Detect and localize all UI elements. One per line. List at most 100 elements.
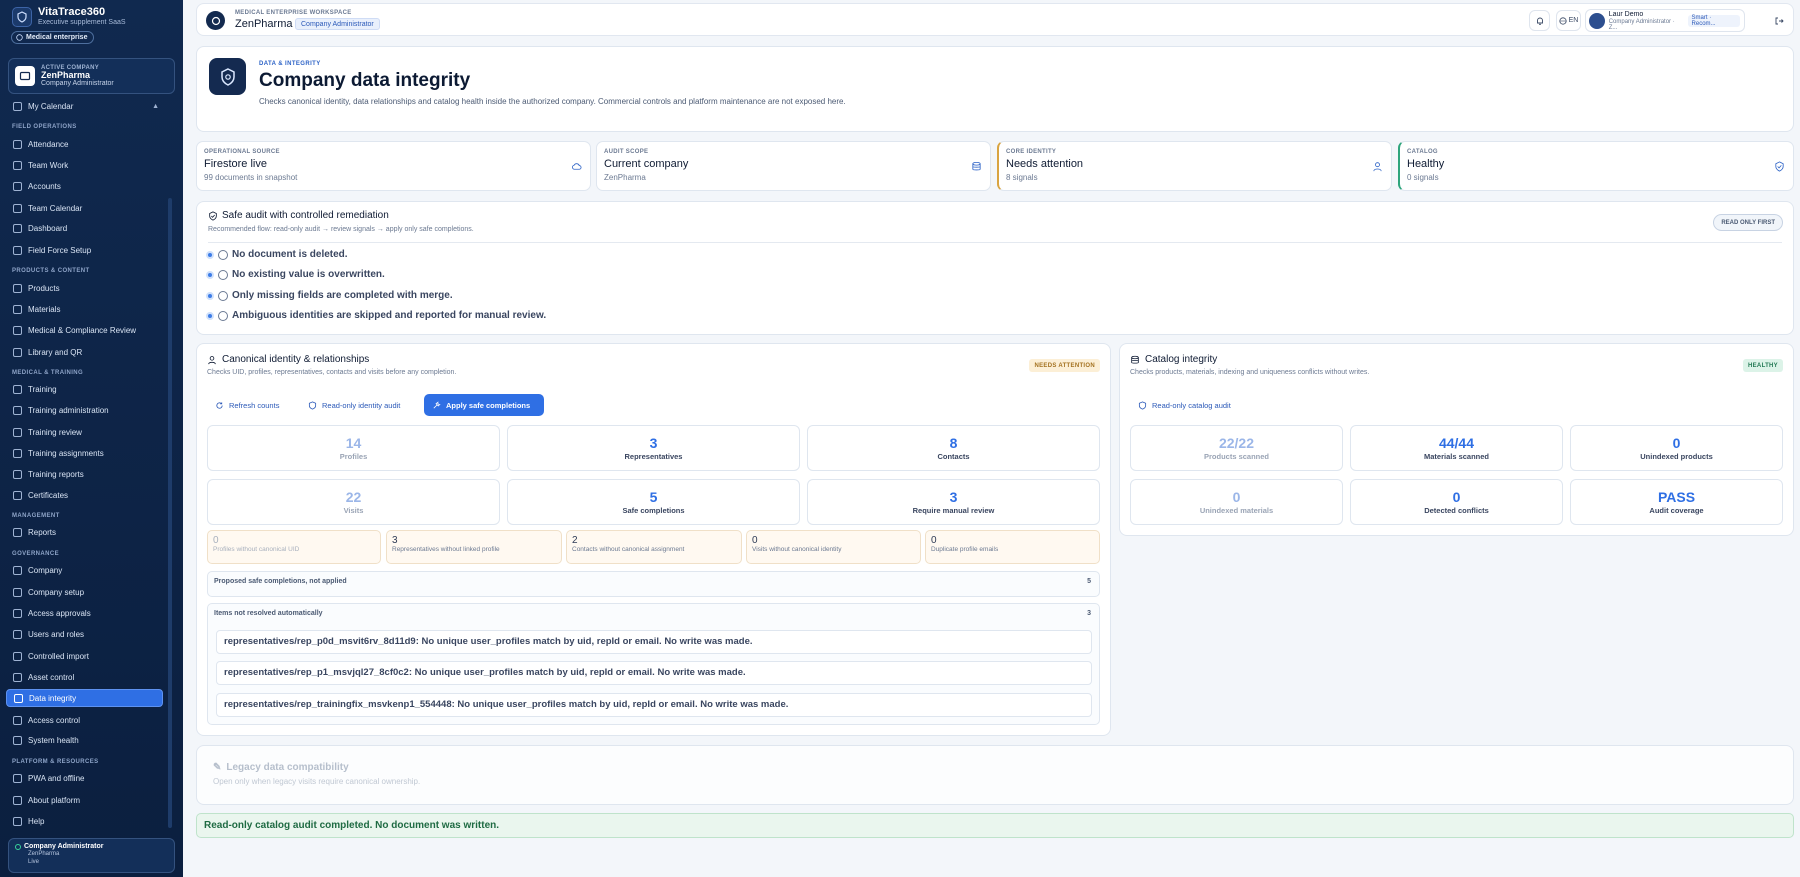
sidebar-item-training-assignments[interactable]: Training assignments — [6, 444, 163, 462]
sidebar-item-field-force-setup[interactable]: Field Force Setup — [6, 241, 163, 259]
unresolved-items-accordion[interactable]: Items not resolved automatically 3 repre… — [207, 603, 1100, 725]
mode-selector[interactable]: Smart · Recom... — [1687, 14, 1740, 27]
button-label: Read-only identity audit — [322, 400, 401, 410]
needs-attention-tag: NEEDS ATTENTION — [1029, 359, 1100, 372]
sidebar-item-asset-control[interactable]: Asset control — [6, 668, 163, 686]
apply-safe-completions-button[interactable]: Apply safe completions — [424, 394, 544, 416]
wrench-icon — [13, 672, 22, 682]
sidebar-item-reports[interactable]: Reports — [6, 523, 163, 541]
language-button[interactable]: EN — [1556, 10, 1581, 31]
sidebar-item-users-roles[interactable]: Users and roles — [6, 625, 163, 643]
sidebar-item-attendance[interactable]: Attendance — [6, 135, 163, 153]
rule-item: Ambiguous identities are skipped and rep… — [206, 310, 546, 321]
sidebar-item-help[interactable]: Help — [6, 812, 163, 830]
proposed-completions-accordion[interactable]: Proposed safe completions, not applied 5 — [207, 571, 1100, 597]
graduation-cap-icon — [13, 384, 22, 394]
signal-value: 2 — [572, 535, 578, 546]
sidebar-item-access-control[interactable]: Access control — [6, 711, 163, 729]
wrench-icon: ✎ — [213, 762, 222, 773]
bullet-dot — [206, 270, 214, 279]
pill-label: Medical enterprise — [26, 34, 88, 41]
sidebar-scrollbar[interactable] — [168, 198, 172, 828]
cloud-icon — [572, 163, 582, 170]
sidebar-item-label: Controlled import — [28, 651, 89, 661]
metric-value: 8 — [949, 435, 958, 451]
active-company-card[interactable]: ACTIVE COMPANY ZenPharma Company Adminis… — [8, 58, 175, 94]
sidebar-item-controlled-import[interactable]: Controlled import — [6, 647, 163, 665]
activity-icon — [13, 223, 22, 233]
graduation-cap-icon — [13, 405, 22, 415]
wrench-icon — [433, 400, 441, 408]
sidebar-item-my-calendar[interactable]: My Calendar ▲ — [6, 97, 163, 115]
rule-item: No existing value is overwritten. — [206, 269, 385, 280]
sidebar-item-label: Reports — [28, 527, 57, 537]
metric-audit-coverage: PASS Audit coverage — [1570, 479, 1783, 525]
signal-label: Contacts without canonical assignment — [572, 546, 685, 553]
metric-label: Contacts — [937, 452, 970, 461]
signal-reps-without-profile: 3 Representatives without linked profile — [386, 530, 562, 564]
sidebar-item-training-review[interactable]: Training review — [6, 423, 163, 441]
package-icon — [13, 283, 22, 293]
signal-profiles-without-uid: 0 Profiles without canonical UID — [207, 530, 381, 564]
refresh-counts-button[interactable]: Refresh counts — [207, 394, 287, 416]
sidebar-item-company-setup[interactable]: Company setup — [6, 583, 163, 601]
sidebar-item-training-admin[interactable]: Training administration — [6, 401, 163, 419]
metric-safe-completions: 5 Safe completions — [507, 479, 800, 525]
sidebar-footer-user[interactable]: Company Administrator ZenPharma Live — [8, 838, 175, 873]
user-menu[interactable]: Laur Demo Company Administrator · Z... S… — [1585, 9, 1745, 32]
read-only-identity-audit-button[interactable]: Read-only identity audit — [300, 394, 408, 416]
identity-subtitle: Checks UID, profiles, representatives, c… — [207, 369, 457, 376]
sidebar-item-label: Access control — [28, 715, 81, 725]
logout-button[interactable] — [1769, 10, 1789, 31]
stat-kicker: OPERATIONAL SOURCE — [204, 149, 280, 155]
identity-title: Canonical identity & relationships — [222, 354, 370, 365]
metric-label: Representatives — [624, 452, 683, 461]
sidebar-item-pwa-offline[interactable]: PWA and offline — [6, 769, 163, 787]
metric-label: Unindexed products — [1640, 452, 1713, 461]
sidebar-item-training[interactable]: Training — [6, 380, 163, 398]
sidebar-item-medical-review[interactable]: Medical & Compliance Review — [6, 321, 163, 339]
rule-text: No existing value is overwritten. — [232, 269, 385, 280]
sidebar-item-company[interactable]: Company — [6, 561, 163, 579]
sidebar-item-team-work[interactable]: Team Work — [6, 156, 163, 174]
sidebar-item-system-health[interactable]: System health — [6, 731, 163, 749]
sidebar-item-library-qr[interactable]: Library and QR — [6, 343, 163, 361]
check-circle-icon — [218, 310, 228, 321]
sidebar-item-team-calendar[interactable]: Team Calendar — [6, 199, 163, 217]
metric-visits: 22 Visits — [207, 479, 500, 525]
bar-chart-icon — [13, 469, 22, 479]
stat-core-identity: CORE IDENTITY Needs attention 8 signals — [997, 141, 1392, 191]
stat-value: Healthy — [1407, 158, 1445, 170]
brand[interactable]: VitaTrace360 Executive supplement SaaS — [12, 6, 126, 27]
read-only-catalog-audit-button[interactable]: Read-only catalog audit — [1130, 394, 1239, 416]
safe-audit-subtitle: Recommended flow: read-only audit → revi… — [208, 226, 474, 233]
check-circle-icon — [16, 34, 23, 41]
sidebar-item-access-approvals[interactable]: Access approvals — [6, 604, 163, 622]
vitatrace-logo-icon — [12, 6, 32, 27]
sidebar-item-dashboard[interactable]: Dashboard — [6, 219, 163, 237]
sidebar-item-training-reports[interactable]: Training reports — [6, 465, 163, 483]
legacy-compatibility-panel[interactable]: ✎ Legacy data compatibility Open only whe… — [196, 745, 1794, 805]
sidebar-item-about-platform[interactable]: About platform — [6, 791, 163, 809]
sidebar-item-products[interactable]: Products — [6, 279, 163, 297]
metric-label: Safe completions — [622, 506, 685, 515]
signal-value: 0 — [931, 535, 937, 546]
database-icon — [972, 161, 981, 171]
sidebar-item-data-integrity[interactable]: Data integrity — [6, 689, 163, 707]
section-management: MANAGEMENT — [12, 513, 60, 519]
settings-icon — [13, 735, 22, 745]
language-label: EN — [1568, 17, 1579, 24]
signal-value: 0 — [213, 535, 219, 546]
notifications-button[interactable] — [1529, 10, 1550, 31]
sidebar-item-label: Accounts — [28, 181, 61, 191]
sidebar-item-accounts[interactable]: Accounts — [6, 177, 163, 195]
sidebar-item-materials[interactable]: Materials — [6, 300, 163, 318]
user-role: Company Administrator · Z... — [1608, 18, 1675, 31]
status-toast: Read-only catalog audit completed. No do… — [196, 813, 1794, 838]
file-icon — [13, 304, 22, 314]
button-label: Read-only catalog audit — [1152, 400, 1231, 410]
document-check-icon — [13, 325, 22, 335]
clipboard-icon — [13, 427, 22, 437]
sidebar-item-certificates[interactable]: Certificates — [6, 486, 163, 504]
healthy-tag: HEALTHY — [1743, 359, 1783, 372]
